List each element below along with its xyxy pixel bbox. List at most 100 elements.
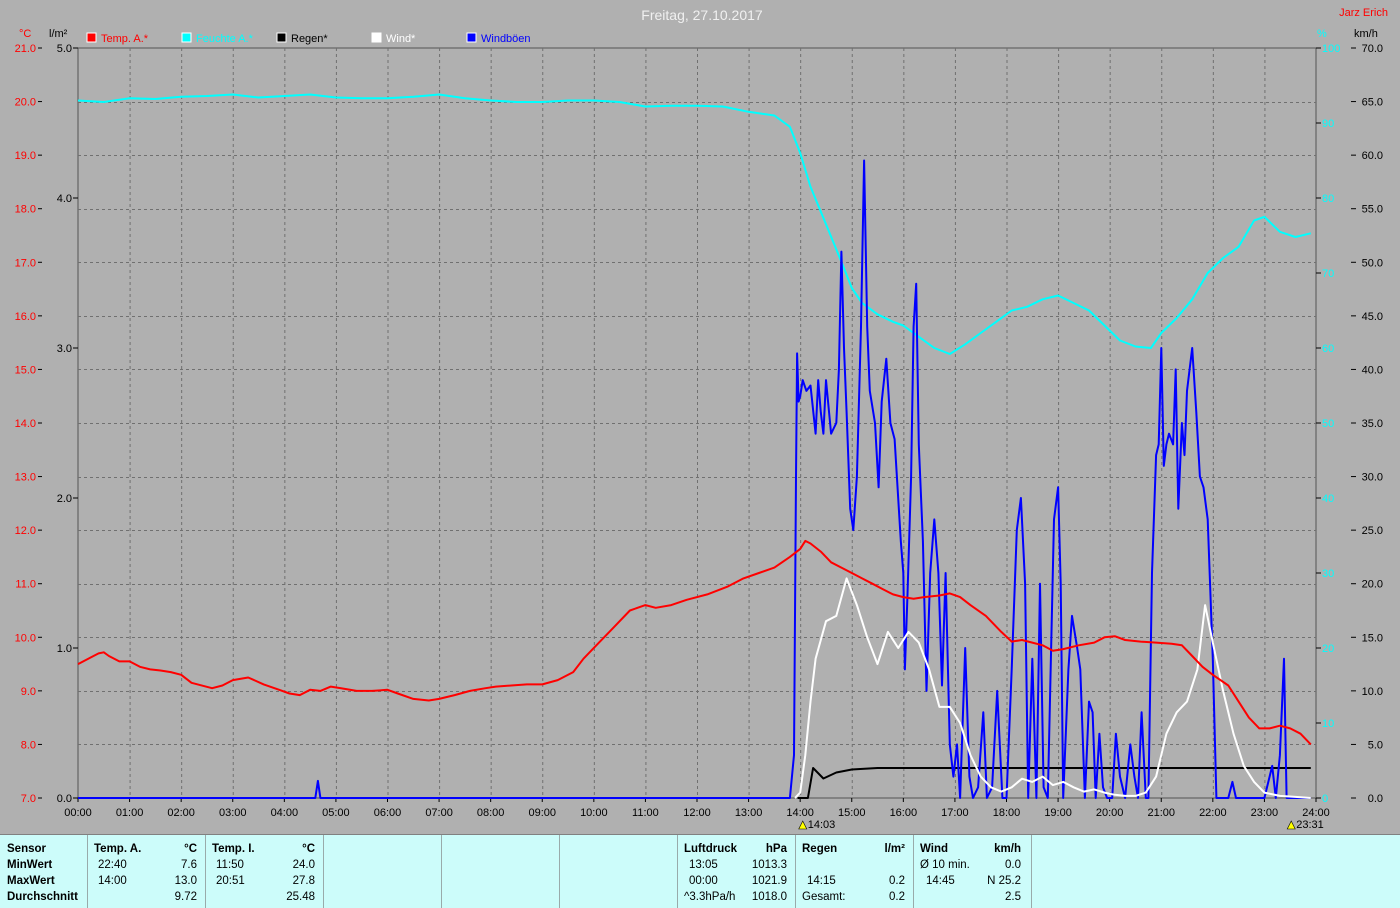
- humidity-tick-label: 60: [1322, 343, 1334, 355]
- rain-unit: l/m²: [884, 843, 905, 855]
- time-tick-label: 11:00: [632, 807, 659, 819]
- temp-tick-label: 13.0: [15, 472, 36, 484]
- legend-swatch-wind: [371, 32, 382, 43]
- temp-tick-label: 11.0: [15, 579, 36, 591]
- time-tick-label: 03:00: [219, 807, 247, 819]
- temp-unit-label: °C: [19, 28, 31, 40]
- pressure-header: Luftdruck: [684, 843, 738, 855]
- legend-label-gusts: Windböen: [481, 33, 531, 45]
- time-tick-label: 00:00: [64, 807, 92, 819]
- temp-a-max-time: 14:00: [98, 875, 127, 887]
- legend-swatch-gusts: [466, 32, 477, 43]
- time-tick-label: 23:00: [1251, 807, 1279, 819]
- row-label-max: MaxWert: [7, 875, 55, 887]
- temp-a-min-time: 22:40: [98, 859, 127, 871]
- time-tick-label: 20:00: [1096, 807, 1124, 819]
- stats-col-empty-2: [442, 835, 560, 908]
- temp-tick-label: 18.0: [15, 204, 36, 216]
- temp-i-min-time: 11:50: [216, 859, 244, 871]
- wind-unit: km/h: [994, 843, 1021, 855]
- time-tick-label: 14:00: [786, 807, 814, 819]
- humidity-tick-label: 30: [1322, 568, 1334, 580]
- rain-total-val: 0.2: [889, 891, 905, 903]
- wind-max-time: 14:45: [926, 875, 955, 887]
- rain-total-label: Gesamt:: [802, 891, 846, 903]
- wind-tick-label: 65.0: [1362, 97, 1383, 109]
- stats-col-rain: Regen l/m² 14:15 0.2 Gesamt: 0.2: [796, 835, 914, 908]
- wind-tick-label: 50.0: [1362, 257, 1383, 269]
- wind-tick-label: 15.0: [1362, 632, 1383, 644]
- rain-max-time: 14:15: [807, 875, 836, 887]
- legend-swatch-humidity: [181, 32, 192, 43]
- temp-i-unit: °C: [302, 843, 315, 855]
- humidity-tick-label: 70: [1322, 268, 1334, 280]
- temp-tick-label: 17.0: [15, 257, 36, 269]
- rain-tick-label: 0.0: [57, 793, 72, 805]
- pressure-avg-val: 1018.0: [751, 891, 787, 903]
- time-tick-label: 09:00: [528, 807, 556, 819]
- wind-tick-label: 30.0: [1362, 472, 1383, 484]
- stats-col-empty-3: [560, 835, 678, 908]
- time-tick-label: 18:00: [993, 807, 1021, 819]
- row-label-min: MinWert: [7, 859, 53, 871]
- chart-title: Freitag, 27.10.2017: [641, 7, 763, 23]
- temp-a-avg-val: 9.72: [174, 891, 197, 903]
- wind-unit-label: km/h: [1354, 28, 1378, 40]
- temp-tick-label: 8.0: [21, 739, 36, 751]
- wind-tick-label: 45.0: [1362, 311, 1383, 323]
- temp-a-unit: °C: [184, 843, 197, 855]
- temp-a-max-val: 13.0: [174, 875, 197, 887]
- stats-panel: Sensor MinWert MaxWert Durchschnitt Temp…: [0, 834, 1400, 908]
- humidity-tick-label: 50: [1322, 418, 1334, 430]
- time-tick-label: 15:00: [838, 807, 866, 819]
- event-marker-label: 23:31: [1296, 819, 1324, 831]
- event-marker-label: 14:03: [808, 819, 836, 831]
- temp-a-header: Temp. A.: [94, 843, 142, 855]
- temp-i-max-time: 20:51: [216, 875, 245, 887]
- stats-col-temp-i: Temp. I. °C 11:50 24.0 20:51 27.8 25.48: [206, 835, 324, 908]
- rain-tick-label: 1.0: [57, 643, 72, 655]
- pressure-unit: hPa: [765, 843, 787, 855]
- pressure-trend: ^3.3hPa/h: [684, 891, 736, 903]
- time-tick-label: 01:00: [116, 807, 144, 819]
- stats-col-temp-a: Temp. A. °C 22:40 7.6 14:00 13.0 9.72: [88, 835, 206, 908]
- humidity-tick-label: 10: [1322, 718, 1334, 730]
- pressure-min-val: 1013.3: [751, 859, 787, 871]
- time-tick-label: 06:00: [374, 807, 402, 819]
- time-tick-label: 24:00: [1302, 807, 1330, 819]
- wind-tick-label: 5.0: [1368, 739, 1383, 751]
- temp-tick-label: 12.0: [15, 525, 36, 537]
- event-marker-icon: [798, 820, 808, 830]
- stats-col-sensor: Sensor MinWert MaxWert Durchschnitt: [0, 835, 88, 908]
- row-label-avg: Durchschnitt: [7, 891, 78, 903]
- temp-tick-label: 9.0: [21, 686, 36, 698]
- author-label: Jarz Erich: [1339, 7, 1388, 19]
- rain-tick-label: 2.0: [57, 493, 72, 505]
- legend: Temp. A.* Feuchte A.* Regen* Wind* Windb…: [86, 32, 531, 45]
- temp-tick-label: 14.0: [15, 418, 36, 430]
- wind-tick-label: 60.0: [1362, 150, 1383, 162]
- stats-col-pressure: Luftdruck hPa 13:05 1013.3 00:00 1021.9 …: [678, 835, 796, 908]
- humidity-tick-label: 100: [1322, 43, 1340, 55]
- wind-avg-val: 2.5: [1005, 891, 1021, 903]
- temp-tick-label: 7.0: [21, 793, 36, 805]
- wind-header: Wind: [920, 843, 948, 855]
- humidity-tick-label: 0: [1322, 793, 1328, 805]
- wind-tick-label: 10.0: [1362, 686, 1383, 698]
- wind-tick-label: 0.0: [1368, 793, 1383, 805]
- rain-max-val: 0.2: [889, 875, 905, 887]
- time-tick-label: 13:00: [735, 807, 763, 819]
- pressure-min-time: 13:05: [689, 859, 718, 871]
- stats-col-empty-1: [324, 835, 442, 908]
- temp-i-max-val: 27.8: [292, 875, 315, 887]
- temp-i-avg-val: 25.48: [286, 891, 315, 903]
- temp-tick-label: 10.0: [15, 632, 36, 644]
- humidity-tick-label: 80: [1322, 193, 1334, 205]
- time-tick-label: 02:00: [167, 807, 195, 819]
- temp-tick-label: 21.0: [15, 43, 36, 55]
- humidity-tick-label: 40: [1322, 493, 1334, 505]
- stats-col-wind: Wind km/h Ø 10 min. 0.0 14:45 N 25.2 2.5: [914, 835, 1032, 908]
- temp-i-min-val: 24.0: [292, 859, 315, 871]
- rain-unit-label: l/m²: [49, 28, 68, 40]
- temp-tick-label: 15.0: [15, 364, 36, 376]
